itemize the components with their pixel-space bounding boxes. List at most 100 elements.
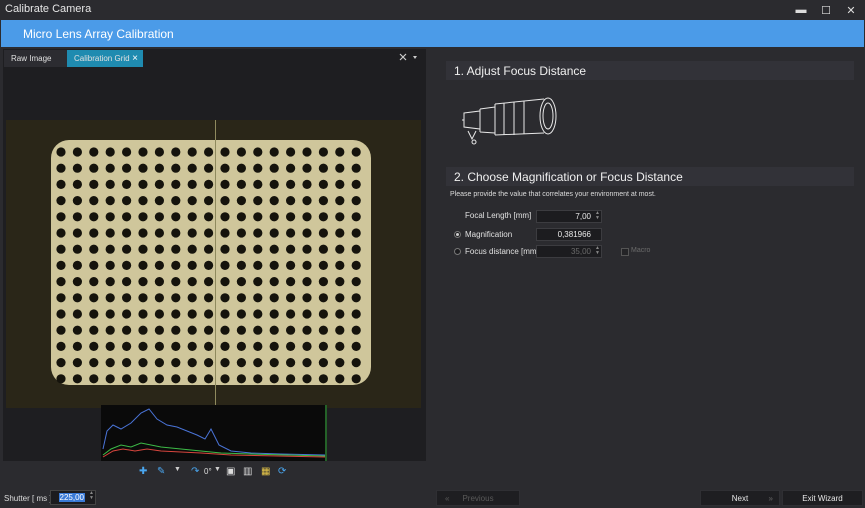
grid-hole (122, 358, 132, 368)
grid-hole (89, 196, 99, 206)
grid-hole (187, 163, 197, 173)
grid-hole (253, 309, 263, 319)
grid-hole (204, 341, 214, 351)
step2-title: 2. Choose Magnification or Focus Distanc… (454, 170, 683, 184)
grid-hole (335, 244, 345, 254)
grid-hole (302, 147, 312, 157)
rotation-value[interactable]: 0° (204, 467, 212, 476)
macro-label: Macro (631, 247, 651, 254)
grid-hole (171, 374, 181, 384)
step1-title: 1. Adjust Focus Distance (454, 64, 587, 78)
grid-hole (253, 293, 263, 303)
grid-hole (105, 163, 115, 173)
grid-hole (335, 325, 345, 335)
grid-hole (122, 147, 132, 157)
crosshair-icon[interactable]: ✚ (139, 466, 147, 477)
grid-hole (236, 196, 246, 206)
focal-length-spinner-icon[interactable]: ▲ ▼ (595, 211, 600, 221)
view-options-icon[interactable] (398, 52, 420, 64)
grid-hole (302, 325, 312, 335)
tab-calibration-grid[interactable]: Calibration Grid × (67, 50, 143, 67)
grid-hole (171, 341, 181, 351)
rotation-dropdown-icon[interactable]: ▼ (214, 466, 221, 473)
focus-distance-radio[interactable] (454, 248, 461, 255)
grid-hole (72, 260, 82, 270)
grid-hole (351, 179, 361, 189)
shutter-spinner-icon[interactable]: ▲ ▼ (89, 491, 94, 501)
grid-hole (220, 293, 230, 303)
grid-hole (351, 325, 361, 335)
grid-hole (154, 163, 164, 173)
grid-hole (187, 228, 197, 238)
grid-hole (105, 179, 115, 189)
focus-distance-label: Focus distance [mm] (465, 247, 539, 256)
grid-hole (187, 374, 197, 384)
image-tabs: Raw Image Calibration Grid × (3, 49, 426, 67)
image-icon[interactable]: ▣ (226, 466, 235, 477)
grid-hole (154, 341, 164, 351)
magnification-label: Magnification (465, 230, 513, 239)
tab-label: Raw Image (11, 54, 52, 63)
minimize-button[interactable]: ▬ (789, 0, 813, 20)
grid-hole (204, 277, 214, 287)
grid-hole (335, 179, 345, 189)
grid-hole (122, 260, 132, 270)
grid-hole (122, 196, 132, 206)
grid-hole (187, 147, 197, 157)
grid-hole (89, 309, 99, 319)
focal-length-label: Focal Length [mm] (465, 211, 532, 220)
grid-hole (351, 244, 361, 254)
grid-hole (351, 293, 361, 303)
grid-hole (187, 358, 197, 368)
exit-wizard-button[interactable]: Exit Wizard (782, 490, 863, 506)
grid-hole (253, 147, 263, 157)
grid-hole (269, 212, 279, 222)
rotate-icon[interactable]: ↷ (191, 466, 199, 477)
histogram (101, 405, 327, 461)
grid-hole (286, 179, 296, 189)
grid-hole (302, 358, 312, 368)
dropdown-arrow-icon[interactable]: ▼ (174, 466, 181, 473)
focus-distance-spinner-icon[interactable]: ▲ ▼ (595, 246, 600, 256)
focus-distance-input[interactable]: 35,00 ▲ ▼ (536, 245, 602, 258)
close-tab-icon[interactable]: × (132, 50, 138, 67)
refresh-icon[interactable]: ⟳ (278, 466, 286, 477)
histogram-icon[interactable]: ▥ (243, 466, 252, 477)
center-line (215, 120, 216, 408)
grid-hole (122, 179, 132, 189)
grid-hole (72, 325, 82, 335)
grid-hole (335, 212, 345, 222)
grid-hole (138, 374, 148, 384)
grid-hole (351, 341, 361, 351)
focal-length-input[interactable]: 7,00 ▲ ▼ (536, 210, 602, 223)
tab-raw-image[interactable]: Raw Image (4, 50, 68, 67)
grid-hole (138, 147, 148, 157)
grid-hole (335, 341, 345, 351)
macro-checkbox[interactable] (621, 248, 629, 256)
shutter-input[interactable]: 225,00 ▲ ▼ (50, 490, 96, 505)
close-button[interactable]: ✕ (839, 0, 863, 20)
calibration-plate (51, 140, 371, 385)
color-picker-icon[interactable]: ✎ (157, 466, 165, 477)
grid-hole (204, 260, 214, 270)
grid-hole (204, 374, 214, 384)
grid-hole (72, 147, 82, 157)
grid-hole (351, 212, 361, 222)
grid-hole (318, 325, 328, 335)
magnification-value: 0,381966 (557, 230, 591, 239)
grid-hole (220, 341, 230, 351)
magnification-radio[interactable] (454, 231, 461, 238)
grid-hole (269, 196, 279, 206)
grid-hole (138, 244, 148, 254)
grid-hole (269, 244, 279, 254)
grid-icon[interactable]: ▦ (261, 466, 270, 477)
next-button[interactable]: Next » (700, 490, 780, 506)
grid-hole (220, 358, 230, 368)
grid-hole (269, 163, 279, 173)
maximize-button[interactable]: ☐ (814, 0, 838, 20)
grid-hole (154, 147, 164, 157)
grid-hole (138, 163, 148, 173)
grid-hole (187, 309, 197, 319)
magnification-input[interactable]: 0,381966 (536, 228, 602, 241)
grid-hole (204, 163, 214, 173)
